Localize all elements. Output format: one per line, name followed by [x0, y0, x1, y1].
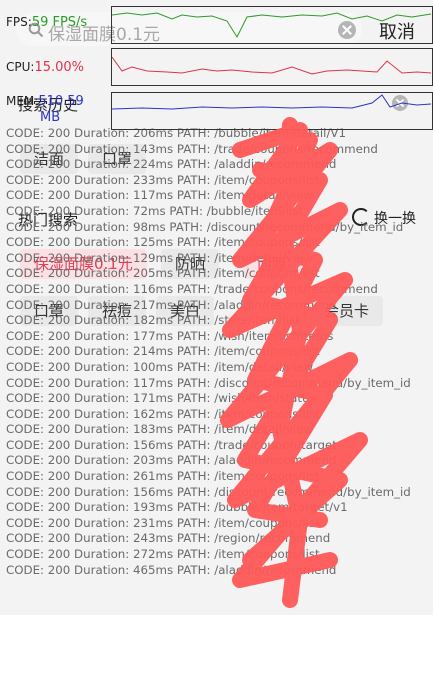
redaction-scribble: [220, 117, 368, 608]
search-screen: 保湿面膜0.1元 取消 搜索历史 洁面 口罩 热门搜索 换一换 保湿面膜0.1元…: [0, 0, 433, 615]
